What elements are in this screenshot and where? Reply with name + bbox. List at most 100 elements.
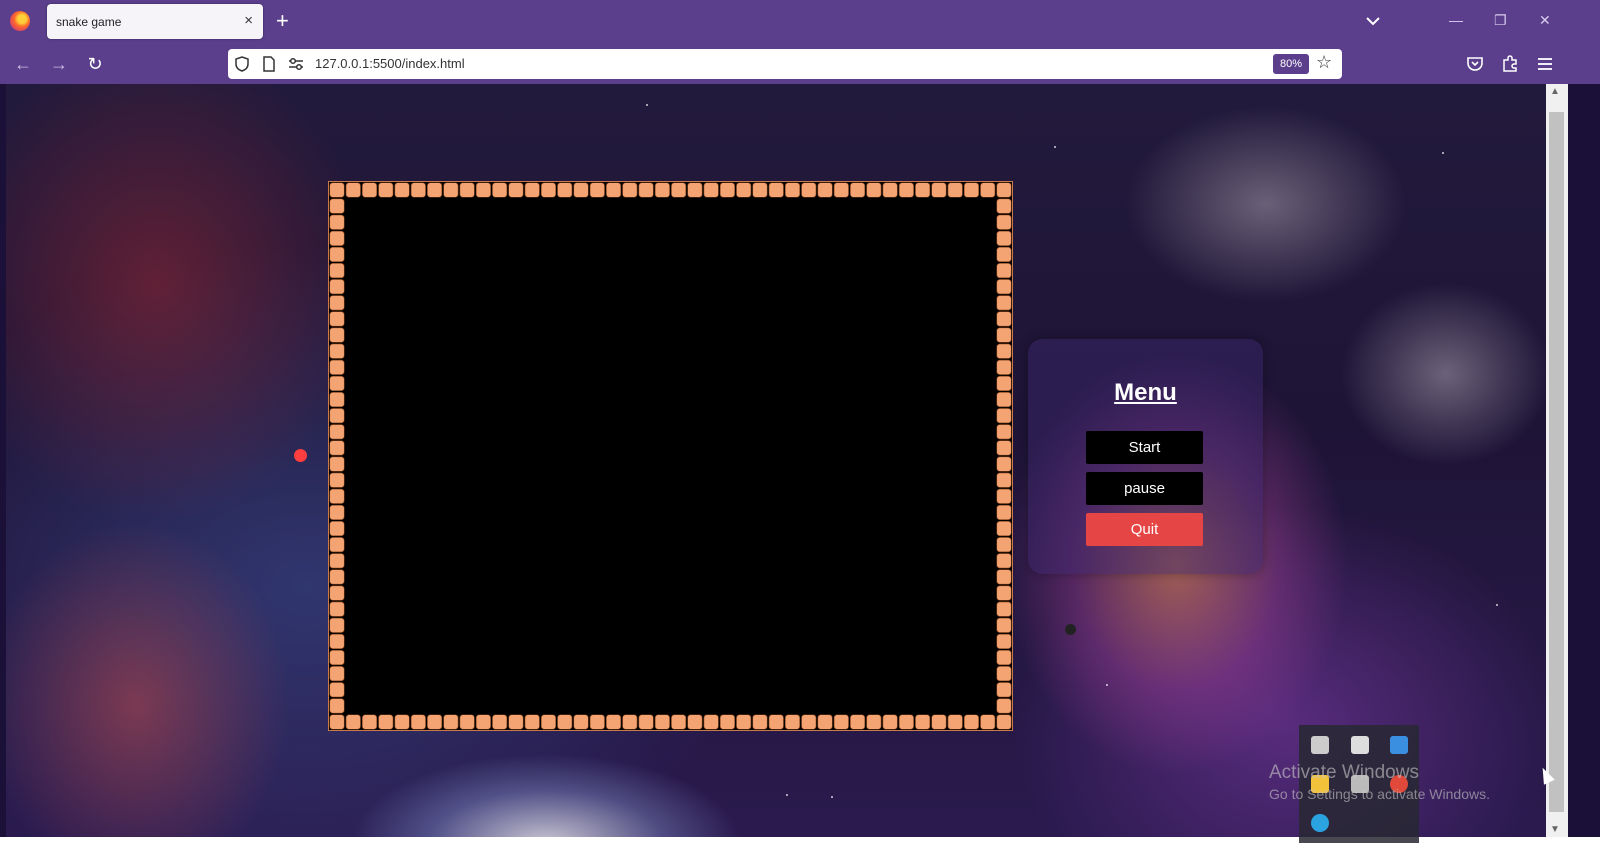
extensions-icon[interactable] bbox=[1500, 54, 1520, 74]
border-tile bbox=[996, 698, 1012, 714]
border-tile bbox=[329, 375, 345, 392]
restore-window-icon[interactable]: ❐ bbox=[1494, 12, 1507, 29]
site-settings-icon[interactable] bbox=[288, 56, 304, 72]
pause-button[interactable]: pause bbox=[1086, 472, 1203, 505]
border-tile bbox=[752, 714, 768, 730]
tab-close-icon[interactable]: × bbox=[244, 12, 253, 30]
border-tile bbox=[329, 214, 345, 230]
border-tile bbox=[963, 182, 980, 198]
border-tile bbox=[329, 682, 345, 698]
border-tile bbox=[996, 537, 1012, 553]
vertical-scrollbar[interactable]: ▲ ▼ bbox=[1546, 84, 1568, 837]
border-tile bbox=[817, 714, 833, 730]
border-tile bbox=[996, 682, 1012, 698]
border-tile bbox=[606, 714, 622, 730]
border-tile bbox=[996, 198, 1012, 214]
border-tile bbox=[329, 327, 345, 343]
tab-title: snake game bbox=[56, 15, 122, 29]
border-tile bbox=[996, 504, 1012, 520]
app-tray-icon[interactable] bbox=[1390, 736, 1408, 754]
edge-tray-icon[interactable] bbox=[1311, 814, 1329, 832]
border-tile bbox=[736, 714, 752, 730]
border-tile bbox=[947, 182, 963, 198]
bookmark-star-icon[interactable]: ☆ bbox=[1316, 52, 1332, 73]
border-tile bbox=[606, 182, 622, 198]
url-bar[interactable]: 127.0.0.1:5500/index.html 80% ☆ bbox=[228, 49, 1342, 79]
border-tile bbox=[996, 408, 1012, 424]
scroll-down-icon[interactable]: ▼ bbox=[1550, 824, 1560, 835]
border-tile bbox=[768, 714, 784, 730]
page-icon[interactable] bbox=[261, 56, 277, 72]
shield-icon[interactable] bbox=[234, 56, 250, 72]
star-dot bbox=[1054, 146, 1056, 148]
border-tile bbox=[329, 569, 345, 585]
tab-snake-game[interactable]: snake game × bbox=[47, 4, 263, 39]
scroll-up-icon[interactable]: ▲ bbox=[1550, 86, 1560, 97]
border-tile bbox=[784, 714, 801, 730]
border-tile bbox=[996, 633, 1012, 649]
dark-dot bbox=[1065, 624, 1076, 635]
border-tile bbox=[459, 182, 475, 198]
border-tile bbox=[687, 714, 703, 730]
border-tile bbox=[540, 182, 557, 198]
navigation-toolbar: ← → ↻ 127.0.0.1:5500/index.html 80% ☆ bbox=[0, 44, 1600, 84]
border-tile bbox=[996, 666, 1012, 682]
firefox-logo-icon[interactable] bbox=[10, 11, 30, 31]
border-tile bbox=[866, 182, 882, 198]
border-tile bbox=[996, 488, 1012, 504]
border-tile bbox=[573, 714, 589, 730]
usb-drive-icon[interactable] bbox=[1351, 736, 1369, 754]
border-tile bbox=[329, 585, 345, 601]
zoom-level-badge[interactable]: 80% bbox=[1273, 54, 1309, 74]
border-tile bbox=[427, 714, 443, 730]
border-tile bbox=[329, 537, 345, 553]
border-tile bbox=[719, 182, 735, 198]
border-tile bbox=[427, 182, 443, 198]
minimize-window-icon[interactable]: — bbox=[1449, 12, 1463, 28]
border-tile bbox=[378, 182, 394, 198]
close-window-icon[interactable]: ✕ bbox=[1539, 12, 1551, 29]
border-tile bbox=[687, 182, 703, 198]
border-tile bbox=[996, 714, 1012, 730]
hamburger-menu-icon[interactable] bbox=[1535, 54, 1555, 74]
border-tile bbox=[736, 182, 752, 198]
border-tile bbox=[996, 472, 1012, 488]
list-all-tabs-icon[interactable] bbox=[1365, 13, 1381, 29]
border-tile bbox=[996, 263, 1012, 279]
url-text[interactable]: 127.0.0.1:5500/index.html bbox=[315, 56, 465, 71]
border-tile bbox=[996, 375, 1012, 392]
border-tile bbox=[996, 424, 1012, 440]
watermark-title: Activate Windows bbox=[1269, 762, 1419, 783]
pocket-icon[interactable] bbox=[1465, 54, 1485, 74]
border-tile bbox=[329, 698, 345, 714]
border-tile bbox=[573, 182, 589, 198]
border-tile bbox=[801, 182, 817, 198]
border-tile bbox=[833, 714, 849, 730]
quit-button[interactable]: Quit bbox=[1086, 513, 1203, 546]
border-tile bbox=[866, 714, 882, 730]
new-tab-button[interactable]: + bbox=[276, 10, 289, 32]
border-tile bbox=[329, 408, 345, 424]
border-tile bbox=[996, 520, 1012, 537]
onedrive-icon[interactable] bbox=[1311, 736, 1329, 754]
border-tile bbox=[882, 182, 898, 198]
scrollbar-thumb[interactable] bbox=[1549, 112, 1564, 812]
border-tile bbox=[524, 714, 540, 730]
border-tile bbox=[557, 714, 573, 730]
border-tile bbox=[996, 311, 1012, 327]
border-tile bbox=[394, 714, 410, 730]
back-icon[interactable]: ← bbox=[11, 52, 35, 76]
border-tile bbox=[996, 569, 1012, 585]
border-tile bbox=[996, 617, 1012, 633]
border-tile bbox=[329, 246, 345, 263]
border-tile bbox=[996, 230, 1012, 246]
watermark-subtitle: Go to Settings to activate Windows. bbox=[1269, 786, 1490, 802]
start-button[interactable]: Start bbox=[1086, 431, 1203, 464]
border-tile bbox=[443, 714, 459, 730]
border-tile bbox=[329, 359, 345, 375]
game-board[interactable] bbox=[328, 181, 1013, 731]
reload-icon[interactable]: ↻ bbox=[83, 52, 107, 76]
border-tile bbox=[671, 182, 687, 198]
forward-icon[interactable]: → bbox=[47, 52, 71, 76]
border-tile bbox=[329, 553, 345, 569]
